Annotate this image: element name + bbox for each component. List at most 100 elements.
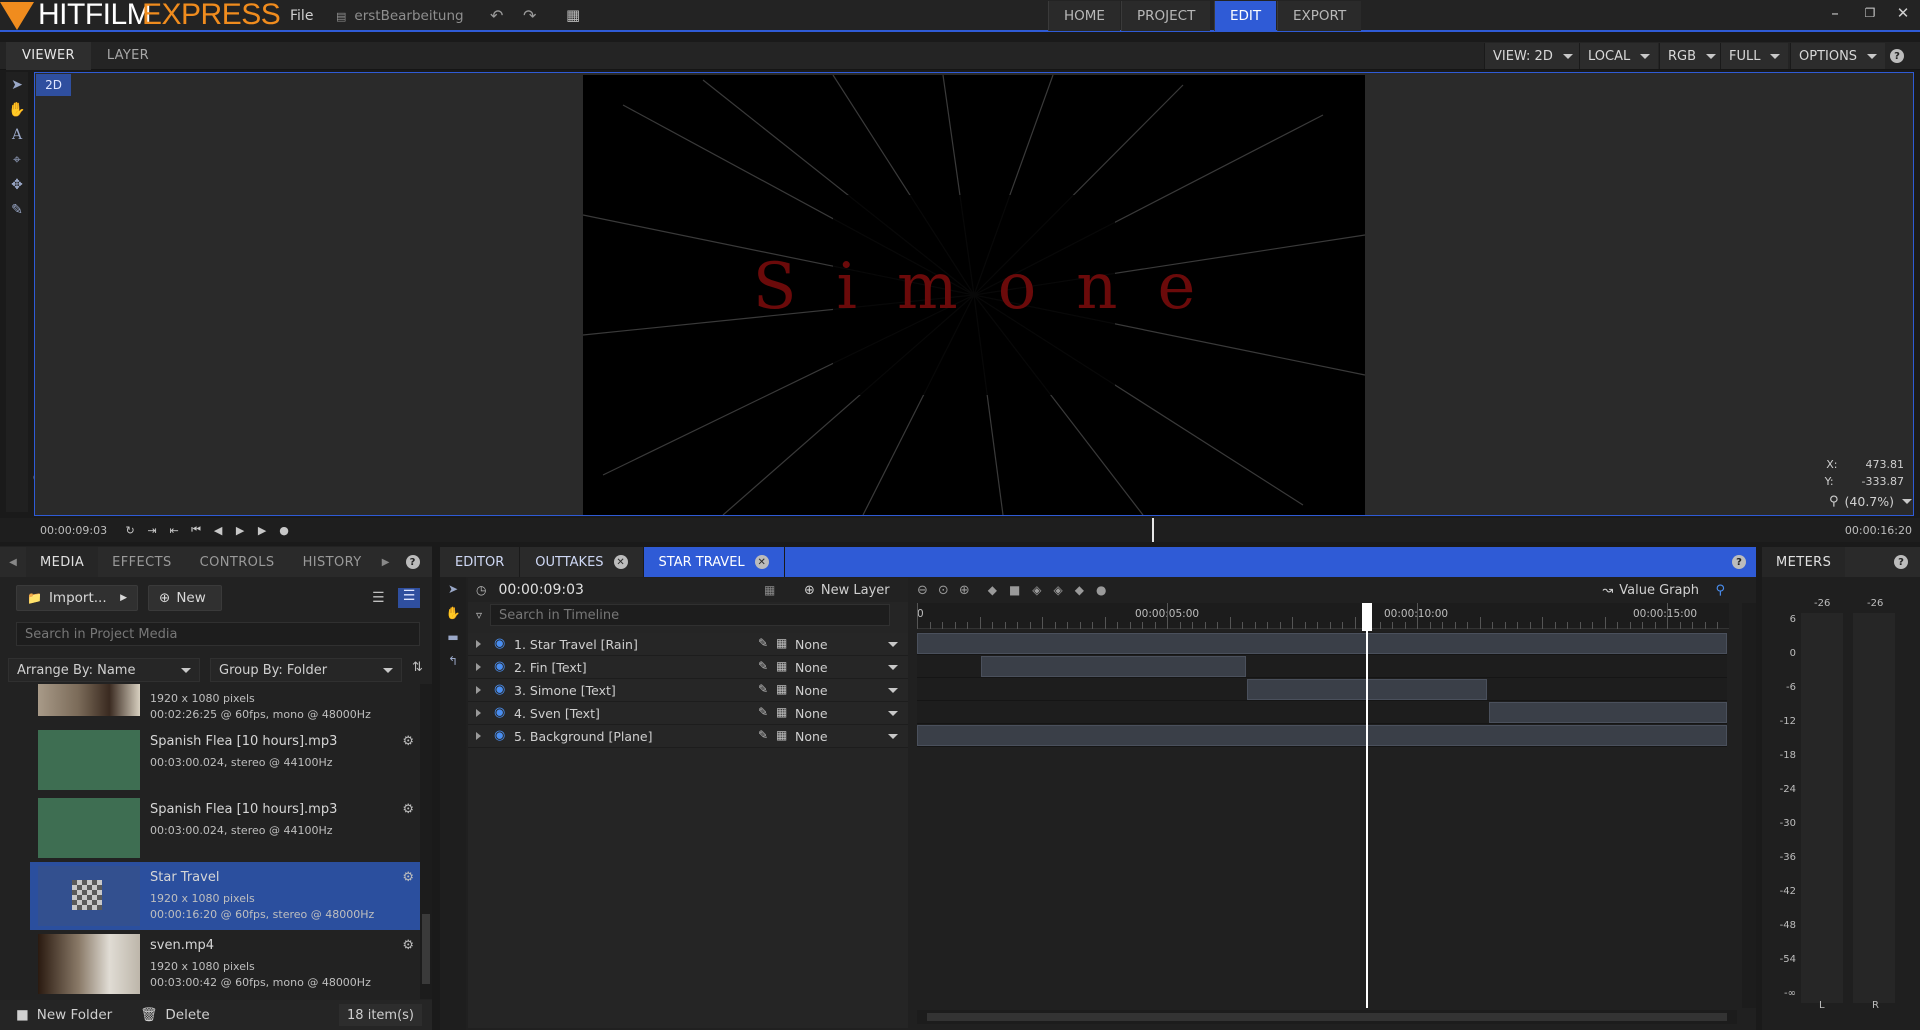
visibility-eye-icon[interactable]: ◉	[494, 705, 505, 720]
options-dropdown[interactable]: OPTIONS	[1790, 43, 1886, 69]
grid-menu-icon[interactable]: ▦	[566, 6, 580, 24]
text-tool-icon[interactable]: A	[6, 122, 28, 147]
close-icon[interactable]: ✕	[1888, 4, 1918, 26]
media-scrollbar[interactable]	[420, 684, 432, 999]
tab-viewer[interactable]: VIEWER	[6, 41, 91, 70]
help-icon[interactable]: ?	[1732, 555, 1746, 569]
pen-icon[interactable]: ✎	[758, 636, 768, 650]
help-icon[interactable]: ?	[1894, 555, 1908, 569]
chevron-down-icon[interactable]	[888, 734, 898, 739]
timeline-ruler[interactable]: 0 00:00:05:00 00:00:10:00 00:00:15:00	[917, 603, 1729, 629]
expand-icon[interactable]	[476, 732, 481, 740]
gear-icon[interactable]: ⚙	[402, 938, 414, 953]
list-item[interactable]: sven.mp4 1920 x 1080 pixels 00:03:00:42 …	[30, 930, 420, 998]
next-keyframe-icon[interactable]: ⊕	[959, 583, 970, 598]
checker-icon[interactable]: ▦	[776, 636, 787, 650]
gear-icon[interactable]: ⚙	[402, 734, 414, 749]
expand-icon[interactable]	[476, 663, 481, 671]
visibility-eye-icon[interactable]: ◉	[494, 659, 505, 674]
space-dropdown[interactable]: LOCAL	[1579, 43, 1659, 69]
keyframe-linear-icon[interactable]: ◆	[988, 583, 997, 597]
anchor-tool-icon[interactable]: ⌖	[6, 147, 28, 172]
layer-row[interactable]: ◉ 4. Sven [Text] ✎ ▦ None	[468, 702, 908, 725]
tab-media[interactable]: MEDIA	[26, 547, 99, 577]
tab-meters[interactable]: METERS	[1762, 547, 1846, 577]
chevron-down-icon[interactable]	[888, 688, 898, 693]
viewer-scrub-playhead[interactable]	[1152, 518, 1154, 542]
sort-order-icon[interactable]: ⇅	[412, 660, 423, 675]
undo-icon[interactable]: ↶	[490, 6, 503, 25]
group-by-dropdown[interactable]: Group By: Folder	[210, 658, 402, 682]
timeline-vertical-scrollbar[interactable]	[1742, 603, 1756, 1008]
add-keyframe-icon[interactable]: ⊙	[938, 583, 949, 598]
keyframe-ease-out-icon[interactable]: ◈	[1054, 583, 1063, 597]
detail-view-icon[interactable]: ☰	[398, 588, 420, 608]
timeline-track[interactable]	[917, 701, 1727, 724]
timeline-track[interactable]	[917, 632, 1727, 655]
help-icon[interactable]: ?	[1890, 49, 1904, 63]
menu-file[interactable]: File	[290, 8, 313, 24]
checker-icon[interactable]: ▦	[776, 682, 787, 696]
tab-project[interactable]: PROJECT	[1121, 1, 1211, 31]
layer-row[interactable]: ◉ 1. Star Travel [Rain] ✎ ▦ None	[468, 633, 908, 656]
blend-mode[interactable]: None	[795, 729, 828, 744]
link-tool-icon[interactable]: ↰	[440, 649, 466, 673]
list-item[interactable]: Star Travel 1920 x 1080 pixels 00:00:16:…	[30, 862, 420, 930]
list-item[interactable]: Spanish Flea [10 hours].mp3 00:03:00.024…	[30, 794, 420, 862]
tab-export[interactable]: EXPORT	[1277, 1, 1362, 31]
record-icon[interactable]: ●	[273, 524, 295, 537]
timeline-track[interactable]	[917, 678, 1727, 701]
blend-mode[interactable]: None	[795, 683, 828, 698]
keyframe-ease-in-icon[interactable]: ◈	[1032, 583, 1041, 597]
step-back-icon[interactable]: ◀	[207, 524, 229, 537]
redo-icon[interactable]: ↷	[523, 6, 536, 25]
gear-icon[interactable]: ⚙	[402, 870, 414, 885]
layer-row[interactable]: ◉ 3. Simone [Text] ✎ ▦ None	[468, 679, 908, 702]
minimize-icon[interactable]: –	[1820, 4, 1850, 26]
blend-mode[interactable]: None	[795, 660, 828, 675]
timeline-track[interactable]	[917, 655, 1727, 678]
pen-icon[interactable]: ✎	[758, 659, 768, 673]
restore-icon[interactable]: ❐	[1855, 6, 1885, 28]
new-button[interactable]: ⊕ New	[148, 585, 222, 611]
clip-background[interactable]	[917, 725, 1727, 746]
blend-mode[interactable]: None	[795, 706, 828, 721]
timeline-timecode[interactable]: 00:00:09:03	[498, 582, 583, 598]
select-tool-icon[interactable]: ➤	[440, 577, 466, 601]
project-name[interactable]: ▤ erstBearbeitung	[336, 8, 464, 24]
mark-in-icon[interactable]: ⇥	[141, 524, 163, 537]
value-graph-button[interactable]: ↝ Value Graph	[1602, 583, 1699, 598]
tab-layer[interactable]: LAYER	[91, 42, 165, 70]
expand-icon[interactable]	[476, 640, 481, 648]
timeline-search-input[interactable]	[490, 604, 891, 626]
new-folder-button[interactable]: ■ New Folder	[16, 1007, 112, 1023]
viewer-frame[interactable]: Simone	[583, 75, 1365, 515]
tabs-right-icon[interactable]: ▶	[376, 557, 396, 568]
layer-row[interactable]: ◉ 2. Fin [Text] ✎ ▦ None	[468, 656, 908, 679]
step-forward-icon[interactable]: ▶	[229, 524, 251, 537]
prev-keyframe-icon[interactable]: ⊖	[917, 583, 928, 598]
visibility-eye-icon[interactable]: ◉	[494, 682, 505, 697]
checker-icon[interactable]: ▦	[776, 659, 787, 673]
keyframe-hold-icon[interactable]: ■	[1009, 583, 1020, 597]
zoom-fit-icon[interactable]: ⚲	[1715, 583, 1725, 598]
timeline-track[interactable]	[917, 724, 1727, 747]
new-layer-button[interactable]: ⊕ New Layer	[804, 583, 890, 598]
filter-icon[interactable]: ▿	[476, 608, 482, 622]
pen-icon[interactable]: ✎	[758, 705, 768, 719]
composite-icon[interactable]: ▦	[764, 583, 775, 597]
clip-fin[interactable]	[981, 656, 1246, 677]
clip-sven[interactable]	[1489, 702, 1727, 723]
close-tab-icon[interactable]: ✕	[754, 555, 769, 569]
media-search-input[interactable]	[16, 622, 420, 646]
scrollbar-thumb[interactable]	[422, 914, 430, 984]
chevron-down-icon[interactable]	[888, 665, 898, 670]
tabs-left-icon[interactable]: ◀	[0, 557, 26, 568]
select-tool-icon[interactable]: ➤	[6, 72, 28, 97]
scrollbar-thumb[interactable]	[927, 1013, 1727, 1021]
delete-button[interactable]: 🗑 Delete	[140, 1007, 210, 1023]
close-tab-icon[interactable]: ✕	[613, 555, 628, 569]
timeline-playhead[interactable]	[1366, 603, 1368, 1008]
gear-icon[interactable]: ⚙	[402, 802, 414, 817]
tab-effects[interactable]: EFFECTS	[98, 547, 185, 577]
